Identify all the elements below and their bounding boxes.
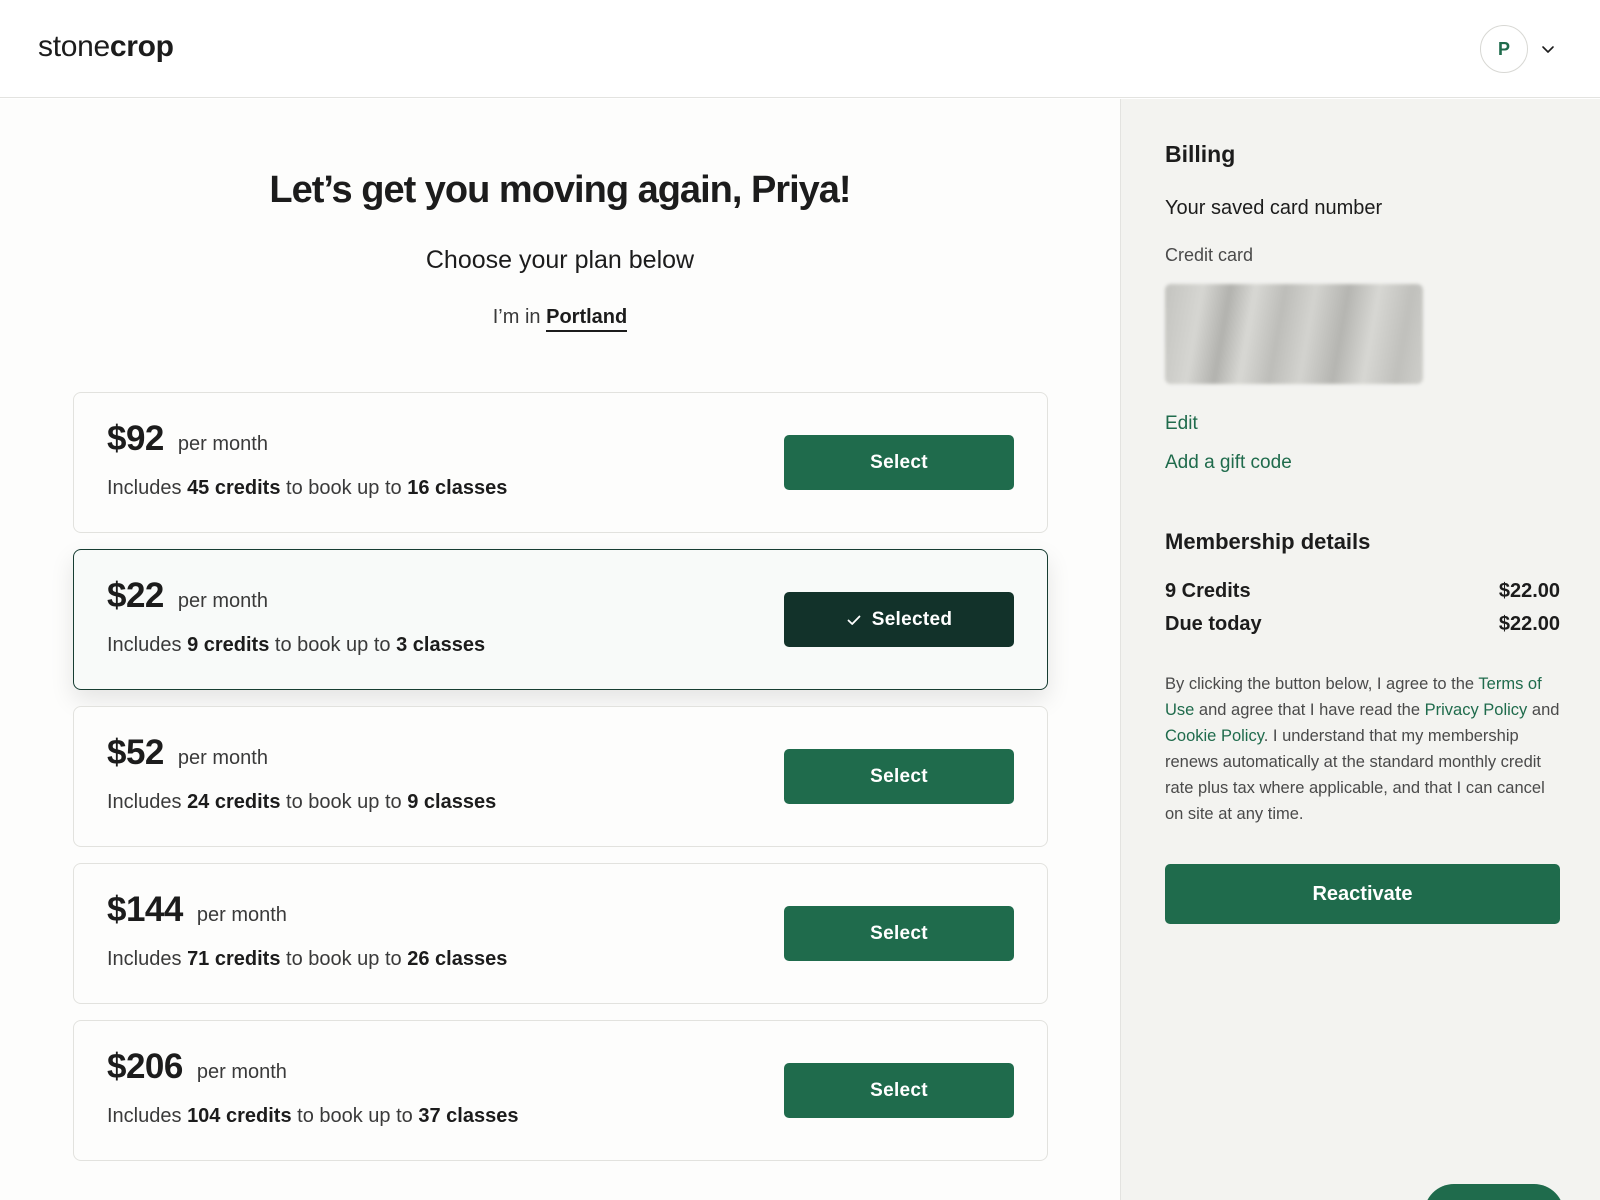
plan-credits: 71 credits bbox=[187, 948, 281, 970]
includes-label: Includes bbox=[107, 791, 182, 813]
location-line: I’m in Portland bbox=[0, 306, 1120, 332]
includes-mid: to book up to bbox=[286, 477, 402, 499]
select-button-label: Select bbox=[870, 765, 928, 787]
plan-classes: 37 classes bbox=[418, 1105, 519, 1127]
plan-classes: 9 classes bbox=[407, 791, 497, 813]
billing-sidebar: Billing Your saved card number Credit ca… bbox=[1120, 99, 1600, 1200]
location-prefix: I’m in bbox=[492, 306, 541, 328]
legal-text: and agree that I have read the bbox=[1194, 701, 1425, 719]
includes-label: Includes bbox=[107, 1105, 182, 1127]
select-plan-button[interactable]: Select bbox=[784, 435, 1014, 490]
plan-card-selected: $22 per month Includes 9 credits to book… bbox=[73, 549, 1048, 690]
credit-card-label: Credit card bbox=[1165, 245, 1254, 265]
due-today-label: Due today bbox=[1165, 613, 1262, 635]
plan-card: $52 per month Includes 24 credits to boo… bbox=[73, 706, 1048, 847]
select-plan-button[interactable]: Select bbox=[784, 749, 1014, 804]
page-title: Let’s get you moving again, Priya! bbox=[269, 169, 851, 211]
saved-card-label: Your saved card number bbox=[1165, 197, 1383, 219]
edit-card-link[interactable]: Edit bbox=[1165, 413, 1198, 435]
legal-text: By clicking the button below, I agree to… bbox=[1165, 675, 1479, 693]
plan-price: $52 bbox=[107, 733, 164, 772]
page-subtitle: Choose your plan below bbox=[425, 246, 695, 274]
floating-action-button[interactable] bbox=[1424, 1184, 1564, 1200]
plan-credits: 24 credits bbox=[187, 791, 281, 813]
plan-credits: 45 credits bbox=[187, 477, 281, 499]
includes-mid: to book up to bbox=[286, 791, 402, 813]
plan-price: $206 bbox=[107, 1047, 183, 1086]
privacy-policy-link[interactable]: Privacy Policy bbox=[1425, 701, 1528, 719]
due-today-row: Due today $22.00 bbox=[1165, 613, 1560, 636]
chevron-down-icon[interactable] bbox=[1540, 41, 1556, 57]
plan-period: per month bbox=[177, 747, 268, 769]
reactivate-button[interactable]: Reactivate bbox=[1165, 864, 1560, 924]
add-gift-code-link[interactable]: Add a gift code bbox=[1165, 452, 1292, 474]
selected-button-label: Selected bbox=[871, 608, 953, 630]
plan-includes: Includes 9 credits to book up to 3 class… bbox=[107, 634, 485, 657]
cookie-policy-link[interactable]: Cookie Policy bbox=[1165, 727, 1264, 745]
includes-mid: to book up to bbox=[297, 1105, 413, 1127]
select-button-label: Select bbox=[870, 451, 928, 473]
plan-card: $144 per month Includes 71 credits to bo… bbox=[73, 863, 1048, 1004]
plan-includes: Includes 104 credits to book up to 37 cl… bbox=[107, 1105, 518, 1128]
plan-period: per month bbox=[196, 904, 287, 926]
top-bar: stonecrop P bbox=[0, 0, 1600, 98]
plan-price: $22 bbox=[107, 576, 164, 615]
avatar[interactable]: P bbox=[1480, 25, 1528, 73]
plan-includes: Includes 45 credits to book up to 16 cla… bbox=[107, 477, 507, 500]
due-today-value: $22.00 bbox=[1498, 613, 1560, 635]
includes-label: Includes bbox=[107, 634, 182, 656]
selected-plan-button[interactable]: Selected bbox=[784, 592, 1014, 647]
plan-price: $92 bbox=[107, 419, 164, 458]
select-plan-button[interactable]: Select bbox=[784, 1063, 1014, 1118]
plan-card: $206 per month Includes 104 credits to b… bbox=[73, 1020, 1048, 1161]
select-button-label: Select bbox=[870, 922, 928, 944]
plan-period: per month bbox=[177, 590, 268, 612]
membership-details-title: Membership details bbox=[1165, 529, 1371, 554]
plan-credits: 9 credits bbox=[187, 634, 270, 656]
logo-bold-text: crop bbox=[109, 30, 174, 63]
includes-label: Includes bbox=[107, 477, 182, 499]
location-city-link[interactable]: Portland bbox=[546, 306, 628, 332]
select-button-label: Select bbox=[870, 1079, 928, 1101]
plan-classes: 26 classes bbox=[407, 948, 508, 970]
credits-label: 9 Credits bbox=[1165, 580, 1251, 602]
plan-includes: Includes 71 credits to book up to 26 cla… bbox=[107, 948, 507, 971]
plan-credits: 104 credits bbox=[187, 1105, 292, 1127]
legal-text: and bbox=[1527, 701, 1560, 719]
plan-classes: 16 classes bbox=[407, 477, 508, 499]
logo-light-text: stone bbox=[38, 30, 110, 63]
plan-classes: 3 classes bbox=[396, 634, 486, 656]
includes-mid: to book up to bbox=[286, 948, 402, 970]
plan-includes: Includes 24 credits to book up to 9 clas… bbox=[107, 791, 496, 814]
billing-title: Billing bbox=[1165, 141, 1236, 167]
legal-notice: By clicking the button below, I agree to… bbox=[1165, 671, 1565, 827]
plan-selection-panel: Let’s get you moving again, Priya! Choos… bbox=[0, 99, 1120, 1200]
stonecrop-logo[interactable]: stonecrop bbox=[38, 30, 174, 64]
credits-value: $22.00 bbox=[1498, 580, 1560, 602]
credits-row: 9 Credits $22.00 bbox=[1165, 580, 1560, 603]
includes-label: Includes bbox=[107, 948, 182, 970]
plan-period: per month bbox=[196, 1061, 287, 1083]
check-icon bbox=[847, 615, 861, 625]
credit-card-image bbox=[1165, 284, 1423, 384]
includes-mid: to book up to bbox=[274, 634, 391, 656]
plan-card: $92 per month Includes 45 credits to boo… bbox=[73, 392, 1048, 533]
plan-period: per month bbox=[177, 433, 268, 455]
plan-price: $144 bbox=[107, 890, 183, 929]
select-plan-button[interactable]: Select bbox=[784, 906, 1014, 961]
